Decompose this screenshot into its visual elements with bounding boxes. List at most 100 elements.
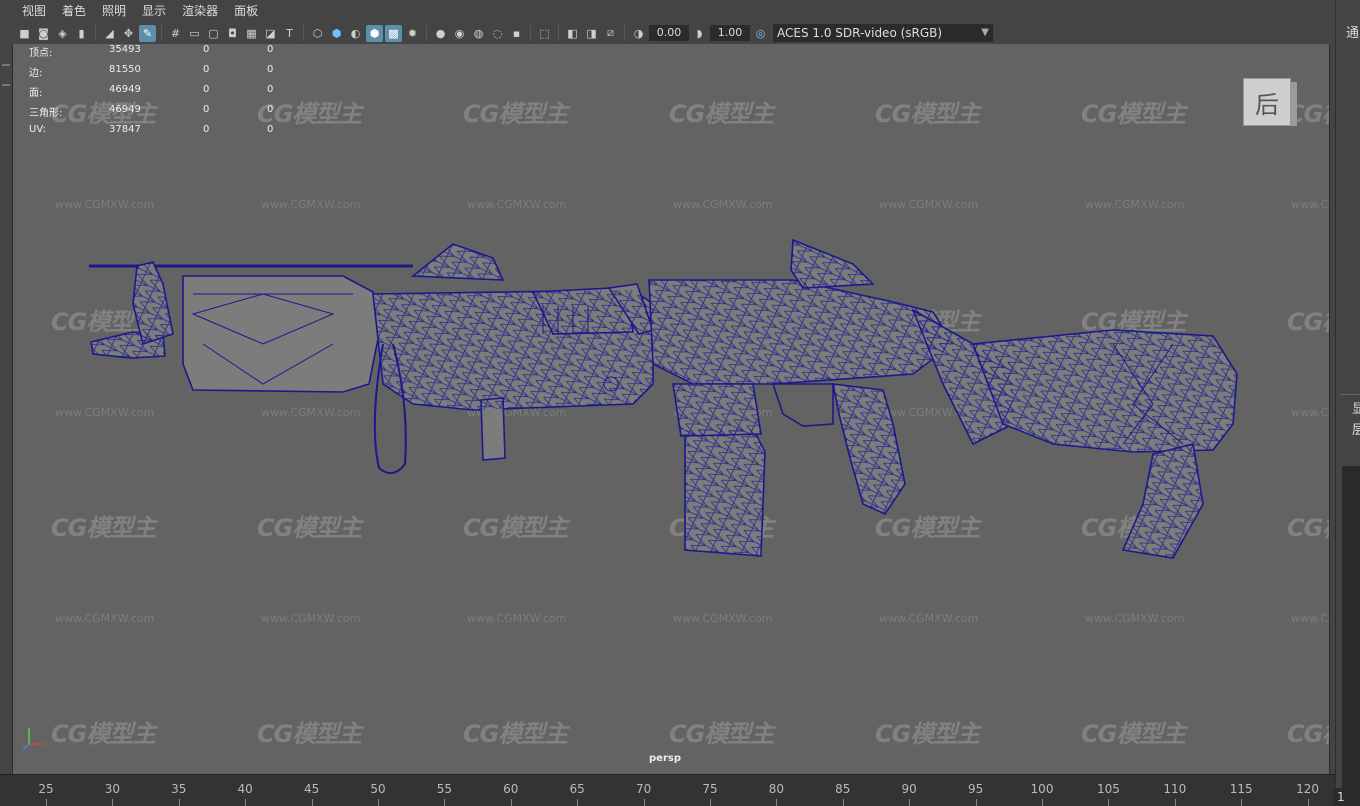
toolbar-separator	[95, 25, 96, 41]
menu-show[interactable]: 显示	[134, 0, 174, 22]
image-plane-icon[interactable]: ◢	[101, 25, 118, 42]
gate-mask-icon[interactable]: ◘	[224, 25, 241, 42]
hud-value-total: 46949	[109, 104, 141, 115]
timeline-tick-label: 25	[38, 782, 54, 796]
depth-of-field-icon[interactable]: ▪	[508, 25, 525, 42]
strip-notch	[2, 84, 10, 86]
xray-components-icon[interactable]: ⧄	[602, 25, 619, 42]
view-cube-side[interactable]	[1291, 82, 1297, 126]
hud-value-selected: 0	[203, 84, 210, 95]
timeline-tick	[378, 799, 379, 806]
right-side-panel: 通 显 层	[1335, 0, 1360, 806]
view-cube[interactable]: 后	[1243, 78, 1291, 126]
timeline-tick	[510, 799, 512, 806]
menu-renderer[interactable]: 渲染器	[174, 0, 226, 22]
layer-tab-label[interactable]: 层	[1352, 419, 1360, 438]
lights-icon[interactable]: ✹	[404, 25, 421, 42]
hud-value-triangulated: 0	[267, 124, 274, 135]
timeline-tick	[909, 799, 911, 806]
timeline-tick	[975, 799, 977, 806]
hud-value-triangulated: 0	[267, 44, 274, 55]
viewport-persp[interactable]: CG模型主 www.CGMXW.com CG模型主 www.CGMXW.com CG模型…	[12, 44, 1330, 774]
timeline-tick-label: 100	[1030, 782, 1054, 796]
shadows-icon[interactable]: ●	[432, 25, 449, 42]
exposure-field[interactable]: 0.00	[649, 25, 689, 41]
grid-icon[interactable]: #	[167, 25, 184, 42]
timeline-tick-label: 50	[370, 782, 386, 796]
hud-label: UV:	[29, 124, 46, 135]
axis-gizmo	[22, 728, 45, 751]
timeline-tick-label: 70	[635, 782, 652, 796]
field-chart-icon[interactable]: ▦	[243, 25, 260, 42]
timeline-tick-label: 35	[171, 782, 187, 796]
hud-value-selected: 0	[203, 124, 210, 135]
timeline-tick	[46, 799, 47, 806]
isolate-select-icon[interactable]: ⬚	[536, 25, 553, 42]
model-wireframe[interactable]	[13, 44, 1330, 774]
motion-blur-icon[interactable]: ◍	[470, 25, 487, 42]
timeline-tick-label: 40	[237, 782, 253, 796]
bookmark-icon[interactable]: ◈	[54, 25, 71, 42]
xray-icon[interactable]: ◧	[564, 25, 581, 42]
hud-label: 边:	[29, 68, 43, 79]
panel-divider	[1340, 394, 1360, 395]
film-gate-icon[interactable]: ▭	[186, 25, 203, 42]
anti-aliasing-icon[interactable]: ◌	[489, 25, 506, 42]
timeline-tick	[842, 799, 844, 806]
screen-space-ao-icon[interactable]: ◉	[451, 25, 468, 42]
strip-notch	[2, 64, 10, 66]
timeline-tick-label: 105	[1096, 782, 1120, 796]
camera-icon[interactable]: ■	[16, 25, 33, 42]
hud-value-total: 81550	[109, 64, 141, 75]
resolution-gate-icon[interactable]: ▢	[205, 25, 222, 42]
default-material-icon[interactable]: ◐	[347, 25, 364, 42]
timeline-tick-label: 65	[569, 782, 585, 796]
handguard	[182, 275, 384, 393]
gamma-icon[interactable]: ◗	[691, 25, 708, 42]
hud-value-selected: 0	[203, 44, 210, 55]
hud-value-total: 37847	[109, 124, 141, 135]
menu-lighting[interactable]: 照明	[94, 0, 134, 22]
display-tab-label[interactable]: 显	[1352, 398, 1360, 417]
menu-shading[interactable]: 着色	[54, 0, 94, 22]
timeline-tick-label: 90	[901, 782, 917, 796]
safe-title-icon[interactable]: T	[281, 25, 298, 42]
safe-action-icon[interactable]: ◪	[262, 25, 279, 42]
wireframe-icon[interactable]: ⬡	[309, 25, 326, 42]
left-strip	[0, 44, 12, 774]
timeline-tick	[577, 799, 579, 806]
timeline-tick-label: 115	[1229, 782, 1253, 796]
timeline-tick-label: 60	[503, 782, 519, 796]
hud-value-total: 46949	[109, 84, 141, 95]
hud-value-selected: 0	[203, 64, 210, 75]
camera-attributes-icon[interactable]: ◙	[35, 25, 52, 42]
panel-tab-label[interactable]: 通	[1346, 22, 1359, 41]
timeline-tick-label: 55	[436, 782, 453, 796]
2d-pan-icon[interactable]: ✥	[120, 25, 137, 42]
grease-pencil-icon[interactable]: ✎	[139, 24, 156, 42]
timeline-tick	[444, 799, 446, 806]
layer-list-area[interactable]	[1342, 466, 1360, 796]
toolbar-separator	[558, 25, 559, 41]
toolbar-separator	[624, 25, 625, 41]
hud-value-triangulated: 0	[267, 64, 274, 75]
gamma-field[interactable]: 1.00	[710, 25, 750, 41]
wireframe-on-shaded-icon[interactable]: ⬢	[366, 24, 383, 42]
timeline-tick-label: 85	[835, 782, 851, 796]
textured-icon[interactable]: ▩	[385, 24, 402, 42]
timeline-tick-label: 110	[1163, 782, 1187, 796]
xray-joints-icon[interactable]: ◨	[583, 25, 600, 42]
panel-menu-bar: 视图 着色 照明 显示 渲染器 面板	[0, 0, 1335, 22]
color-management-icon[interactable]: ◎	[752, 25, 769, 42]
bookmark-flag-icon[interactable]: ▮	[73, 25, 90, 42]
current-frame-field[interactable]: 1	[1333, 788, 1360, 806]
timeline-tick	[1307, 799, 1309, 806]
timeline-tick	[710, 799, 711, 806]
exposure-icon[interactable]: ◑	[630, 25, 647, 42]
menu-panels[interactable]: 面板	[226, 0, 266, 22]
timeline-tick	[245, 799, 247, 806]
color-space-dropdown[interactable]: ACES 1.0 SDR-video (sRGB) ▼	[773, 24, 993, 42]
smooth-shade-icon[interactable]: ⬢	[328, 25, 345, 42]
menu-view[interactable]: 视图	[14, 0, 54, 22]
time-slider[interactable]: 25 30 35 40 45 50 55 60 65 70 75 80 85 90 95 100 105 110 1…	[0, 774, 1335, 806]
